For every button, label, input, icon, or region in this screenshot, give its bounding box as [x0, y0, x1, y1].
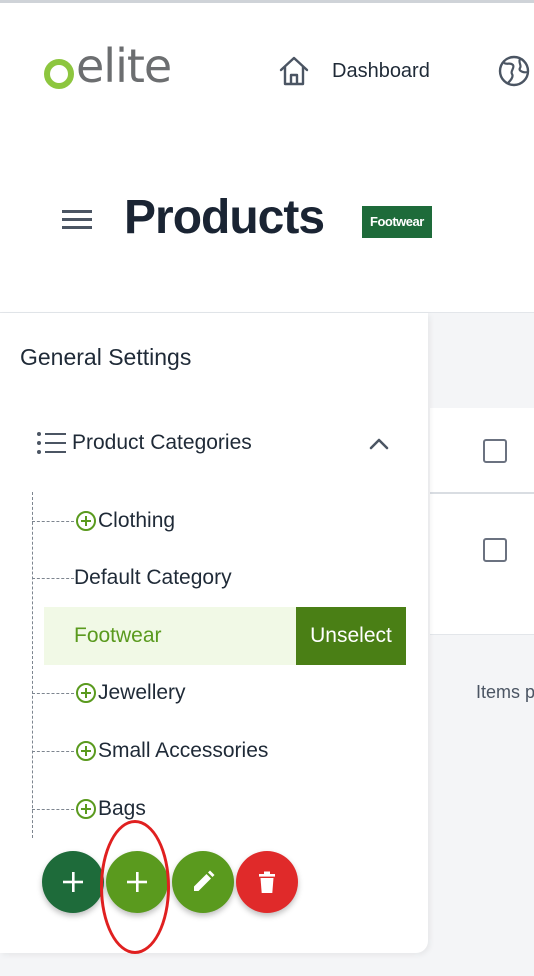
row-checkbox[interactable] [483, 538, 507, 562]
nav-dashboard[interactable]: Dashboard [276, 53, 430, 89]
expand-plus-icon[interactable] [76, 741, 96, 761]
expand-plus-icon[interactable] [76, 683, 96, 703]
add-subcategory-button[interactable] [106, 851, 168, 913]
category-item-jewellery[interactable]: Jewellery [32, 677, 186, 709]
category-label: Bags [98, 797, 146, 820]
nav-dashboard-label: Dashboard [332, 59, 430, 82]
plus-icon [127, 872, 147, 892]
add-root-category-button[interactable] [42, 851, 104, 913]
list-icon [37, 432, 66, 454]
category-label: Default Category [74, 566, 232, 589]
select-all-checkbox[interactable] [483, 439, 507, 463]
pencil-icon [194, 870, 215, 891]
edit-category-button[interactable] [172, 851, 234, 913]
plus-icon [63, 872, 83, 892]
category-label: Small Accessories [98, 739, 269, 762]
home-icon [279, 56, 309, 86]
category-label: Footwear [74, 624, 162, 647]
expand-plus-icon[interactable] [76, 799, 96, 819]
unselect-button[interactable]: Unselect [296, 607, 406, 665]
table-row [430, 494, 534, 635]
expand-plus-icon[interactable] [76, 511, 96, 531]
category-badge: Footwear [362, 206, 432, 238]
table-header-row [430, 408, 534, 494]
top-bar: elite Dashboard [0, 0, 534, 132]
category-item-clothing[interactable]: Clothing [32, 505, 175, 537]
trash-icon [259, 871, 275, 893]
category-item-bags[interactable]: Bags [32, 793, 146, 825]
logo-text: elite [76, 39, 172, 93]
category-item-small-accessories[interactable]: Small Accessories [32, 735, 268, 767]
globe-icon [498, 55, 530, 87]
delete-category-button[interactable] [236, 851, 298, 913]
items-per-page-label: Items p [476, 682, 534, 702]
panel-title: General Settings [20, 344, 192, 370]
logo-circle [44, 59, 74, 89]
hamburger-icon[interactable] [62, 208, 94, 237]
product-categories-label: Product Categories [72, 431, 252, 454]
category-label: Jewellery [98, 681, 186, 704]
category-label: Clothing [98, 509, 176, 532]
chevron-up-icon[interactable] [368, 436, 390, 457]
nav-globe[interactable] [496, 53, 532, 94]
tree-line [32, 492, 33, 838]
category-item-default[interactable]: Default Category [32, 562, 232, 594]
product-categories-header[interactable]: Product Categories [36, 430, 252, 456]
category-item-footwear-selected[interactable]: Footwear Unselect [44, 607, 406, 665]
page-title: Products [124, 191, 325, 244]
